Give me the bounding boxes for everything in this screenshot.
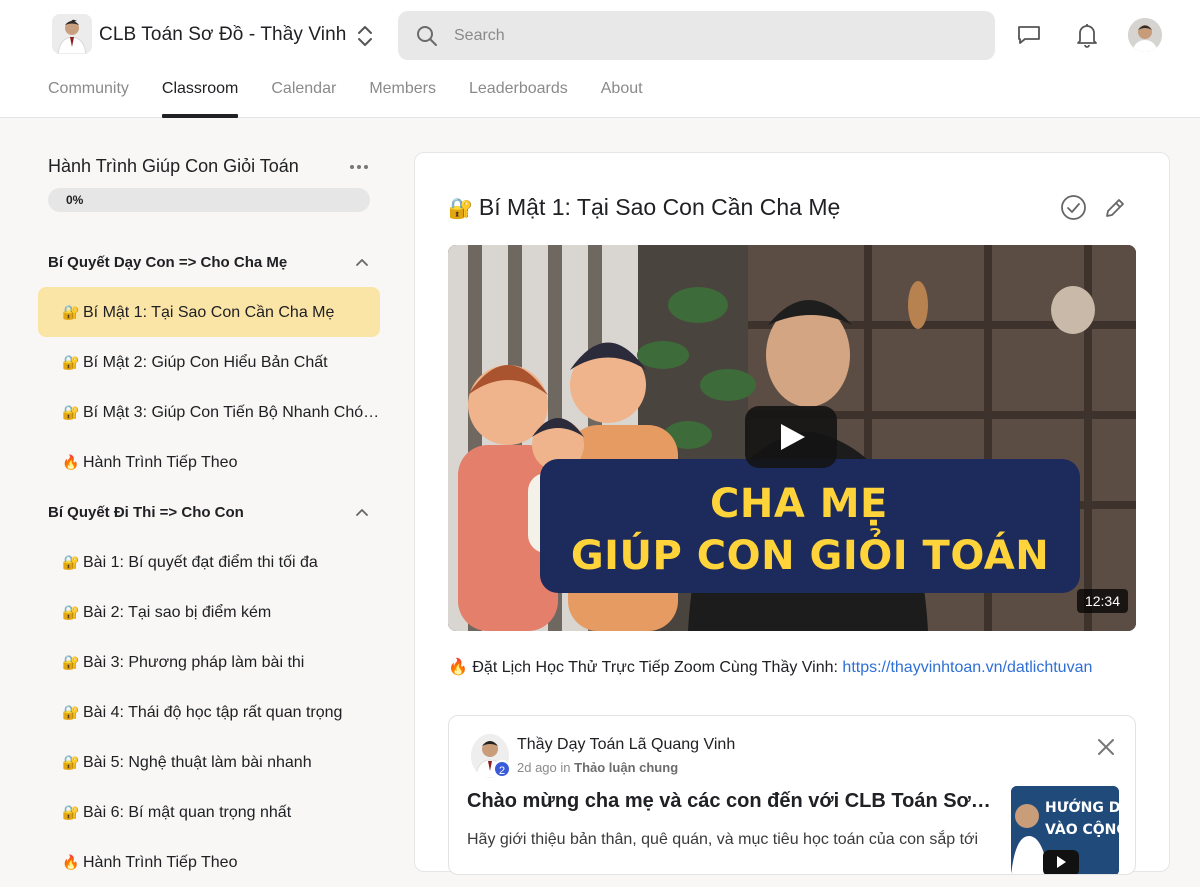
group-logo[interactable] (52, 14, 92, 54)
play-button[interactable] (745, 406, 837, 468)
group-switcher-icon[interactable] (354, 22, 376, 50)
booking-link[interactable]: https://thayvinhtoan.vn/datlichtuvan (842, 659, 1092, 676)
lesson-label: Bài 5: Nghệ thuật làm bài nhanh (83, 754, 312, 771)
post-author[interactable]: Thầy Dạy Toán Lã Quang Vinh (517, 736, 735, 754)
lesson-label: Bài 4: Thái độ học tập rất quan trọng (83, 704, 343, 721)
video-duration: 12:34 (1076, 589, 1128, 613)
lesson-label: Bí Mật 1: Tại Sao Con Cần Cha Mẹ (83, 304, 335, 321)
banner-line-1: CHA MẸ (710, 481, 888, 527)
lesson-label: Hành Trình Tiếp Theo (83, 854, 238, 871)
lock-icon: 🔐 (448, 198, 473, 220)
section-title: Bí Quyết Dạy Con => Cho Cha Mẹ (48, 254, 288, 271)
course-title: Hành Trình Giúp Con Giỏi Toán (48, 156, 299, 176)
lesson-item[interactable]: 🔐 Bài 2: Tại sao bị điểm kém (38, 587, 380, 637)
section-header[interactable]: Bí Quyết Đi Thi => Cho Con (48, 501, 370, 525)
lesson-item[interactable]: 🔥 Hành Trình Tiếp Theo (38, 837, 380, 887)
lock-icon: 🔐 (62, 804, 80, 820)
mark-complete-icon[interactable] (1060, 194, 1087, 221)
lesson-item[interactable]: 🔐 Bài 1: Bí quyết đạt điểm thi tối đa (38, 537, 380, 587)
lesson-item[interactable]: 🔐 Bài 5: Nghệ thuật làm bài nhanh (38, 737, 380, 787)
bell-icon[interactable] (1074, 22, 1100, 48)
tab-community[interactable]: Community (48, 78, 129, 118)
search-icon (416, 25, 438, 47)
lesson-item[interactable]: 🔥 Hành Trình Tiếp Theo (38, 437, 380, 487)
course-progress-bar: 0% (48, 188, 370, 212)
lock-icon: 🔐 (62, 754, 80, 770)
lock-icon: 🔐 (62, 704, 80, 720)
video-title-banner: CHA MẸ GIÚP CON GIỎI TOÁN (540, 459, 1080, 593)
lesson-item[interactable]: 🔐 Bí Mật 3: Giúp Con Tiến Bộ Nhanh Chóng (38, 387, 380, 437)
lesson-label: Bài 6: Bí mật quan trọng nhất (83, 804, 292, 821)
lesson-item[interactable]: 🔐 Bài 3: Phương pháp làm bài thi (38, 637, 380, 687)
tab-leaderboards[interactable]: Leaderboards (469, 78, 568, 118)
section-title: Bí Quyết Đi Thi => Cho Con (48, 504, 244, 521)
pinned-post-card[interactable]: 2 Thầy Dạy Toán Lã Quang Vinh 2d ago in … (448, 715, 1136, 875)
lesson-item[interactable]: 🔐 Bí Mật 1: Tại Sao Con Cần Cha Mẹ (38, 287, 380, 337)
video-player[interactable]: CHA MẸ GIÚP CON GIỎI TOÁN 12:34 (448, 245, 1136, 631)
level-badge: 2 (493, 760, 511, 778)
description-text: Đặt Lịch Học Thử Trực Tiếp Zoom Cùng Thầ… (472, 659, 838, 676)
lock-icon: 🔐 (62, 404, 80, 420)
chevron-up-icon[interactable] (354, 505, 370, 521)
post-time: 2d ago (517, 760, 557, 775)
lesson-item[interactable]: 🔐 Bài 6: Bí mật quan trọng nhất (38, 787, 380, 837)
lock-icon: 🔐 (62, 604, 80, 620)
post-meta: 2d ago in Thảo luận chung (517, 760, 678, 775)
tab-calendar[interactable]: Calendar (271, 78, 336, 118)
progress-percent: 0% (66, 193, 84, 207)
more-options-icon[interactable] (349, 158, 369, 176)
banner-line-2: GIÚP CON GIỎI TOÁN (570, 533, 1050, 579)
lesson-item[interactable]: 🔐 Bí Mật 2: Giúp Con Hiểu Bản Chất (38, 337, 380, 387)
lock-icon: 🔐 (62, 554, 80, 570)
search-input[interactable] (454, 11, 974, 60)
lesson-label: Bài 2: Tại sao bị điểm kém (83, 604, 272, 621)
play-icon (781, 424, 805, 450)
lesson-label: Bài 3: Phương pháp làm bài thi (83, 654, 305, 671)
lesson-title: 🔐 Bí Mật 1: Tại Sao Con Cần Cha Mẹ (448, 194, 840, 221)
fire-icon: 🔥 (448, 659, 468, 676)
group-name[interactable]: CLB Toán Sơ Đồ - Thầy Vinh (99, 24, 346, 46)
thumbnail-text-2: VÀO CỘNG Đ (1045, 822, 1119, 838)
tab-about[interactable]: About (601, 78, 643, 118)
chevron-up-icon[interactable] (354, 255, 370, 271)
post-title[interactable]: Chào mừng cha mẹ và các con đến với CLB … (467, 790, 995, 813)
close-icon[interactable] (1095, 736, 1117, 758)
lesson-title-text: Bí Mật 1: Tại Sao Con Cần Cha Mẹ (478, 194, 841, 220)
lesson-label: Hành Trình Tiếp Theo (83, 454, 238, 471)
tab-members[interactable]: Members (369, 78, 436, 118)
post-in: in (560, 760, 571, 775)
edit-icon[interactable] (1103, 196, 1127, 220)
lesson-label: Bài 1: Bí quyết đạt điểm thi tối đa (83, 554, 318, 571)
fire-icon: 🔥 (62, 454, 80, 470)
top-header: CLB Toán Sơ Đồ - Thầy Vinh Search Commun… (0, 0, 1200, 118)
user-avatar[interactable] (1128, 18, 1162, 52)
post-thumbnail[interactable]: HƯỚNG D VÀO CỘNG Đ (1011, 786, 1119, 874)
nav-tabs: Community Classroom Calendar Members Lea… (48, 78, 676, 118)
fire-icon: 🔥 (62, 854, 80, 870)
post-body: Hãy giới thiệu bản thân, quê quán, và mụ… (467, 831, 979, 848)
search-bar[interactable] (398, 11, 995, 60)
post-category[interactable]: Thảo luận chung (574, 760, 678, 775)
lesson-item[interactable]: 🔐 Bài 4: Thái độ học tập rất quan trọng (38, 687, 380, 737)
thumbnail-text-1: HƯỚNG D (1045, 800, 1119, 816)
lesson-label: Bí Mật 3: Giúp Con Tiến Bộ Nhanh Chóng (83, 404, 380, 421)
lock-icon: 🔐 (62, 354, 80, 370)
section-header[interactable]: Bí Quyết Dạy Con => Cho Cha Mẹ (48, 251, 370, 275)
tab-classroom[interactable]: Classroom (161, 78, 239, 118)
lesson-description: 🔥 Đặt Lịch Học Thử Trực Tiếp Zoom Cùng T… (448, 657, 1092, 677)
lock-icon: 🔐 (62, 654, 80, 670)
lesson-label: Bí Mật 2: Giúp Con Hiểu Bản Chất (83, 354, 328, 371)
lock-icon: 🔐 (62, 304, 80, 320)
chat-icon[interactable] (1016, 22, 1042, 48)
